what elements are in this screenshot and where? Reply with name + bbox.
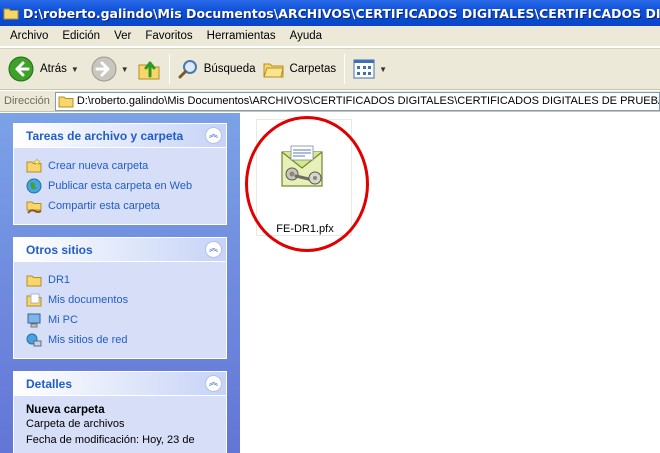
place-network-label: Mis sitios de red xyxy=(48,334,128,346)
collapse-chevron-icon[interactable]: ︽ xyxy=(205,127,222,144)
menu-edicion[interactable]: Edición xyxy=(55,28,107,44)
menu-ver[interactable]: Ver xyxy=(107,28,138,44)
place-my-documents-label: Mis documentos xyxy=(48,294,129,306)
place-dr1[interactable]: DR1 xyxy=(26,270,216,290)
place-my-pc-label: Mi PC xyxy=(48,314,78,326)
menu-archivo[interactable]: Archivo xyxy=(3,28,55,44)
details-panel: Detalles ︽ Nueva carpeta Carpeta de arch… xyxy=(13,371,227,453)
highlight-circle xyxy=(245,116,369,252)
file-list-view[interactable]: FE-DR1.pfx xyxy=(240,113,660,453)
collapse-chevron-icon[interactable]: ︽ xyxy=(205,375,222,392)
folder-icon xyxy=(3,8,19,20)
task-new-folder[interactable]: Crear nueva carpeta xyxy=(26,156,216,176)
places-panel-header[interactable]: Otros sitios ︽ xyxy=(14,238,226,262)
views-icon xyxy=(353,59,375,79)
places-panel-title: Otros sitios xyxy=(26,242,93,257)
task-publish-web-label: Publicar esta carpeta en Web xyxy=(48,180,193,192)
menu-bar: Archivo Edición Ver Favoritos Herramient… xyxy=(0,26,660,47)
places-panel: Otros sitios ︽ DR1 Mis documentos Mi PC … xyxy=(13,237,227,359)
my-documents-icon xyxy=(26,293,42,307)
network-icon xyxy=(26,333,42,347)
tasks-panel-title: Tareas de archivo y carpeta xyxy=(26,128,184,143)
forward-arrow-icon xyxy=(91,56,117,82)
folder-icon xyxy=(26,275,42,287)
address-label: Dirección xyxy=(4,95,50,107)
tasks-panel-header[interactable]: Tareas de archivo y carpeta ︽ xyxy=(14,124,226,148)
menu-favoritos[interactable]: Favoritos xyxy=(138,28,199,44)
share-folder-icon xyxy=(26,201,42,214)
collapse-chevron-icon[interactable]: ︽ xyxy=(205,241,222,258)
folders-icon xyxy=(263,63,285,78)
forward-dropdown-icon[interactable]: ▼ xyxy=(121,65,129,74)
folder-icon xyxy=(58,96,74,108)
place-network[interactable]: Mis sitios de red xyxy=(26,330,216,350)
globe-icon xyxy=(26,178,42,194)
task-pane: Tareas de archivo y carpeta ︽ Crear nuev… xyxy=(0,113,240,453)
address-input[interactable]: D:\roberto.galindo\Mis Documentos\ARCHIV… xyxy=(54,91,660,111)
details-item-type: Carpeta de archivos xyxy=(26,418,125,430)
window-title: D:\roberto.galindo\Mis Documentos\ARCHIV… xyxy=(23,5,660,21)
place-my-pc[interactable]: Mi PC xyxy=(26,310,216,330)
place-dr1-label: DR1 xyxy=(48,274,71,286)
address-path: D:\roberto.galindo\Mis Documentos\ARCHIV… xyxy=(76,95,660,107)
details-modified-date: Fecha de modificación: Hoy, 23 de xyxy=(26,434,195,446)
views-dropdown-icon[interactable]: ▼ xyxy=(379,65,387,74)
toolbar: Atrás ▼ ▼ Búsqueda Carpetas ▼ xyxy=(0,48,660,90)
task-share-folder-label: Compartir esta carpeta xyxy=(48,200,160,212)
toolbar-separator xyxy=(344,54,346,84)
place-my-documents[interactable]: Mis documentos xyxy=(26,290,216,310)
up-folder-icon xyxy=(138,61,160,80)
forward-button[interactable]: ▼ xyxy=(87,52,133,86)
details-panel-header[interactable]: Detalles ︽ xyxy=(14,372,226,396)
folders-label: Carpetas xyxy=(289,63,337,75)
computer-icon xyxy=(27,313,41,328)
back-dropdown-icon[interactable]: ▼ xyxy=(71,65,79,74)
title-bar[interactable]: D:\roberto.galindo\Mis Documentos\ARCHIV… xyxy=(0,0,660,26)
back-button[interactable]: Atrás ▼ xyxy=(4,52,83,86)
back-label: Atrás xyxy=(40,63,67,75)
task-share-folder[interactable]: Compartir esta carpeta xyxy=(26,196,216,216)
details-item-name: Nueva carpeta xyxy=(26,404,105,416)
details-panel-title: Detalles xyxy=(26,376,73,391)
menu-herramientas[interactable]: Herramientas xyxy=(200,28,283,44)
task-new-folder-label: Crear nueva carpeta xyxy=(48,160,149,172)
search-label: Búsqueda xyxy=(203,63,256,75)
toolbar-separator xyxy=(168,54,170,84)
folders-button[interactable]: Carpetas xyxy=(259,52,340,86)
search-icon xyxy=(178,60,197,79)
up-folder-button[interactable] xyxy=(133,52,165,86)
address-bar: Dirección D:\roberto.galindo\Mis Documen… xyxy=(0,91,660,112)
new-folder-icon xyxy=(26,158,42,173)
search-button[interactable]: Búsqueda xyxy=(174,52,260,86)
menu-ayuda[interactable]: Ayuda xyxy=(283,28,329,44)
task-publish-web[interactable]: Publicar esta carpeta en Web xyxy=(26,176,216,196)
views-button[interactable]: ▼ xyxy=(349,52,391,86)
back-arrow-icon xyxy=(8,56,34,82)
tasks-panel: Tareas de archivo y carpeta ︽ Crear nuev… xyxy=(13,123,227,225)
